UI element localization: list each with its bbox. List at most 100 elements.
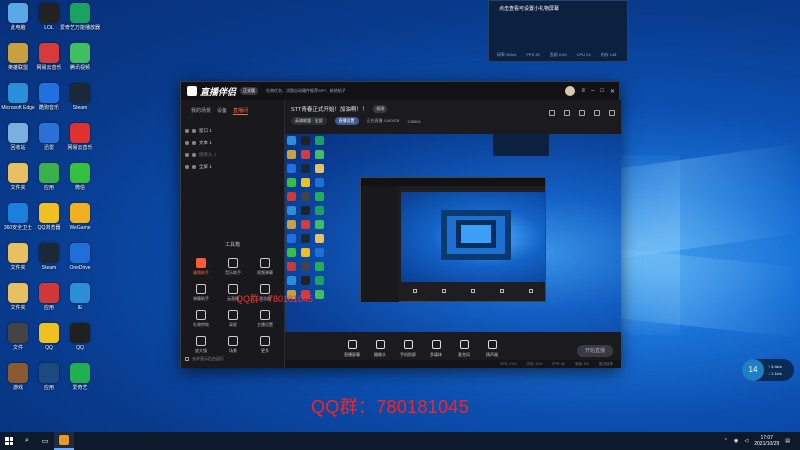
tool-icon: [260, 336, 270, 346]
tool-item[interactable]: 场景: [217, 336, 249, 354]
tab-2[interactable]: 直播间: [233, 107, 249, 115]
desktop-icon-label: 文件: [12, 345, 23, 351]
stream-preview[interactable]: [285, 134, 621, 332]
control-icon: [431, 340, 441, 349]
lock-icon[interactable]: [192, 129, 196, 133]
task-view-icon[interactable]: ▭: [36, 432, 54, 450]
start-live-button[interactable]: 开始直播: [577, 345, 613, 357]
notification-icon[interactable]: ▤: [785, 438, 790, 444]
eye-icon[interactable]: [185, 165, 189, 169]
tool-item[interactable]: 更多: [249, 336, 281, 354]
desktop-icon[interactable]: 文件夹: [2, 243, 34, 271]
live-title: STT青春正式开始！加油啊！！: [291, 107, 368, 113]
app-icon: [8, 163, 28, 183]
settings-icon[interactable]: [609, 110, 615, 116]
tool-item[interactable]: 主播设置: [249, 310, 281, 328]
source-item[interactable]: 文本 1: [181, 137, 284, 149]
edit-title-button[interactable]: 修改: [373, 105, 388, 113]
tool-item[interactable]: 视频弹幕: [249, 258, 281, 276]
desktop-icon[interactable]: 游戏: [2, 363, 34, 391]
desktop-icon[interactable]: 文件: [2, 323, 34, 351]
desktop-icon[interactable]: 酷狗音乐: [33, 83, 65, 111]
desktop-icon[interactable]: QQ: [33, 323, 65, 351]
notice-text[interactable]: 礼物任务、试图自动硬件推荐SPF、新热帖子: [266, 88, 346, 94]
nested-left-panel: [361, 186, 399, 302]
minimize-icon[interactable]: –: [591, 88, 594, 94]
app-logo-text: 直播伴侣: [200, 86, 237, 97]
desktop-icon[interactable]: 应用: [33, 363, 65, 391]
tool-item[interactable]: 音乐助手: [217, 258, 249, 276]
lock-icon[interactable]: [192, 153, 196, 157]
desktop-icon[interactable]: 文件夹: [2, 283, 34, 311]
desktop-icon[interactable]: 网易云音乐: [64, 123, 96, 151]
tool-item[interactable]: 弹幕助手: [185, 284, 217, 302]
source-item[interactable]: 窗口 1: [181, 125, 284, 137]
tool-item[interactable]: 放大镜: [185, 336, 217, 354]
tab-0[interactable]: 我的场景: [191, 107, 211, 115]
desktop-icon[interactable]: 迅雷: [33, 123, 65, 151]
desktop-icon[interactable]: 文件夹: [2, 163, 34, 191]
desktop-icon[interactable]: Microsoft Edge: [1, 83, 35, 111]
control-button[interactable]: 扬声器: [475, 340, 509, 358]
menu-icon[interactable]: ≡: [581, 88, 585, 94]
eye-icon[interactable]: [185, 141, 189, 145]
live-info-panel[interactable]: 点击查看可设置小礼物屏幕 码率 0Kb/s FPS 30 丢帧 0.00 CPU 24…: [488, 0, 628, 62]
lock-icon[interactable]: [192, 165, 196, 169]
source-item[interactable]: 全屏 1: [181, 161, 284, 173]
network-icon[interactable]: ◉: [734, 438, 738, 444]
control-label: 手机投屏: [400, 352, 416, 357]
desktop-icon[interactable]: 应用: [33, 163, 65, 191]
desktop-icon[interactable]: QQ: [64, 323, 96, 351]
search-icon[interactable]: ⌕: [18, 432, 36, 450]
background-option[interactable]: 允许显示后台运行: [185, 356, 224, 362]
desktop-icon[interactable]: WeGame: [64, 203, 96, 231]
version-tag[interactable]: 正式版: [240, 87, 259, 95]
desktop-icon[interactable]: OneDrive: [64, 243, 96, 271]
tab-1[interactable]: 设备: [217, 107, 227, 115]
desktop-icon[interactable]: 网易云音乐: [33, 43, 65, 71]
desktop-icon[interactable]: 微信: [64, 163, 96, 191]
eye-icon[interactable]: [185, 129, 189, 133]
tray-up-icon[interactable]: ⌃: [724, 438, 728, 444]
desktop-icon[interactable]: 360安全卫士: [2, 203, 34, 231]
desktop-icon[interactable]: 腾讯视频: [64, 43, 96, 71]
checkbox-icon[interactable]: [185, 357, 189, 361]
volume-icon[interactable]: ◁: [744, 438, 748, 444]
app-icon: [8, 243, 28, 263]
control-label: 摄像头: [374, 352, 386, 357]
mail-icon[interactable]: [549, 110, 555, 116]
start-button[interactable]: [0, 432, 18, 450]
desktop-icon[interactable]: IE: [64, 283, 96, 311]
live-settings-button[interactable]: 直播设置: [334, 117, 359, 125]
desktop-icon[interactable]: 应用: [33, 283, 65, 311]
tool-item[interactable]: 礼物特效: [185, 310, 217, 328]
lock-icon[interactable]: [564, 110, 570, 116]
tool-item[interactable]: 福袋助手: [185, 258, 217, 276]
share-icon[interactable]: [579, 110, 585, 116]
viewer-count: 正在直播 4160078: [366, 118, 400, 123]
taskbar-live-companion[interactable]: [54, 432, 74, 450]
maximize-icon[interactable]: □: [600, 88, 604, 94]
avatar[interactable]: [565, 86, 576, 96]
desktop-icon[interactable]: 爱奇艺万能播放器: [60, 3, 100, 31]
clock[interactable]: 17:07 2021/10/29: [754, 435, 779, 447]
refresh-icon[interactable]: [594, 110, 600, 116]
preview-icon: [287, 206, 296, 215]
desktop-icon[interactable]: Steam: [64, 83, 96, 111]
category-select[interactable]: 英雄联盟 · 全部: [291, 117, 327, 125]
desktop-icon[interactable]: QQ浏览器: [33, 203, 65, 231]
source-item[interactable]: 摄像头 1: [181, 149, 284, 161]
left-panel: 我的场景 设备 直播间 窗口 1 文本 1 摄像头 1 全屏 1 工具箱 福袋助手 音乐助手…: [181, 100, 285, 368]
tool-item[interactable]: 录屏: [217, 310, 249, 328]
network-speed-badge[interactable]: 14 ↑ 3.4k/s ↓ 1.1k/s: [742, 359, 794, 381]
nested-control-icon: [499, 289, 504, 293]
desktop-icon[interactable]: 英雄联盟: [2, 43, 34, 71]
desktop-icon[interactable]: 此电脑: [2, 3, 34, 31]
eye-icon[interactable]: [185, 153, 189, 157]
desktop-icon[interactable]: 爱奇艺: [64, 363, 96, 391]
desktop-icon-label: 回收站: [10, 145, 26, 151]
lock-icon[interactable]: [192, 141, 196, 145]
desktop-icon[interactable]: 回收站: [2, 123, 34, 151]
close-icon[interactable]: ✕: [610, 88, 615, 95]
desktop-icon[interactable]: Steam: [33, 243, 65, 271]
